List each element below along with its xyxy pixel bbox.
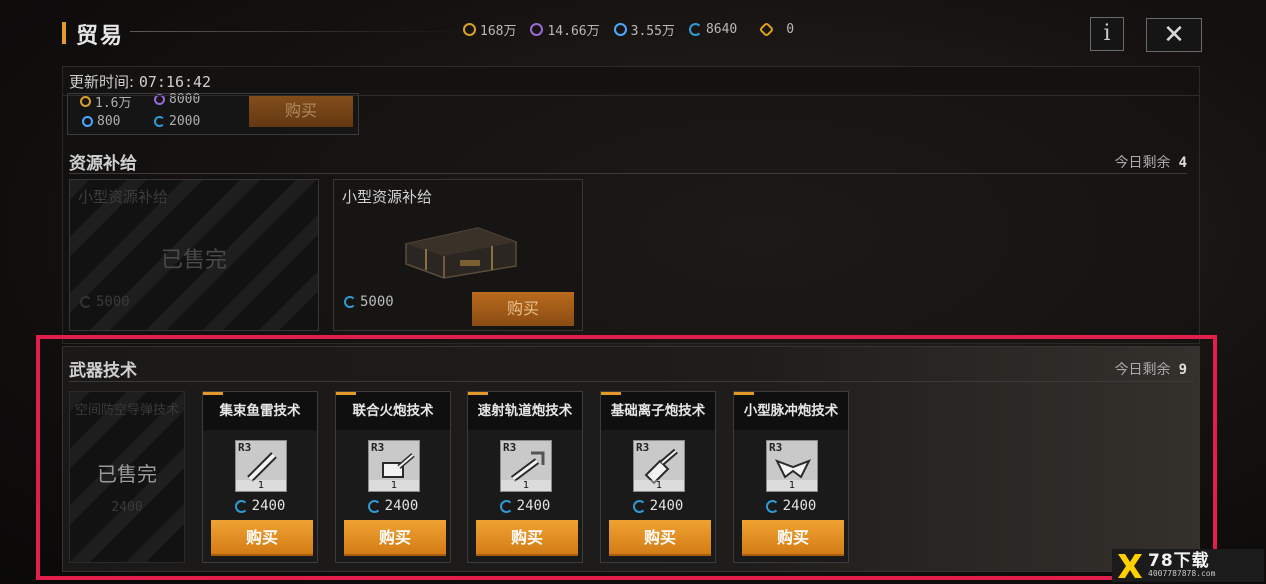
item-price: 5000	[80, 294, 130, 310]
title-divider	[130, 31, 460, 32]
currency-gold: 168万	[463, 20, 516, 39]
resource-card: 小型资源补给 5000 购买	[333, 179, 583, 331]
watermark-text: 78下载 4007787878.com	[1148, 553, 1215, 578]
cycle-credit-icon	[154, 116, 165, 127]
cycle-credit-icon	[80, 296, 92, 308]
update-time: 更新时间: 07:16:42	[63, 67, 1193, 93]
currency-purple: 14.66万	[530, 20, 600, 39]
remaining-label: 今日剩余	[1114, 155, 1171, 171]
section-title-resources: 资源补给	[69, 154, 137, 174]
watermark: 78下载 4007787878.com	[1112, 549, 1264, 582]
currency-value: 3.55万	[630, 24, 675, 39]
currency-bar: 168万 14.66万 3.55万 8640 0	[463, 20, 794, 39]
price-row: 800	[82, 114, 120, 129]
price-value: 2000	[169, 114, 201, 129]
item-name: 小型资源补给	[78, 188, 169, 206]
cycle-credit-icon	[344, 296, 356, 308]
watermark-url: 4007787878.com	[1148, 569, 1216, 578]
gold-coin-icon	[80, 96, 91, 107]
blue-energy-icon	[613, 23, 627, 36]
remaining-value: 4	[1178, 155, 1187, 171]
currency-blue: 3.55万	[613, 20, 675, 39]
price-value: 800	[97, 114, 121, 129]
resource-card-sold: 小型资源补给 已售完 5000	[69, 179, 319, 331]
previous-buy-button[interactable]: 购买	[249, 95, 353, 127]
title-accent	[62, 22, 66, 44]
remaining-count-resources: 今日剩余 4	[1115, 152, 1187, 172]
currency-value: 14.66万	[547, 24, 600, 39]
price-value: 5000	[96, 294, 130, 310]
price-row: 2000	[154, 114, 200, 129]
info-button[interactable]: i	[1090, 17, 1124, 51]
item-price: 5000	[344, 294, 394, 310]
sold-out-label: 已售完	[160, 248, 227, 273]
update-time-value: 07:16:42	[138, 73, 212, 91]
watermark-logo-icon	[1118, 553, 1142, 578]
blue-energy-icon	[82, 116, 93, 127]
cycle-credit-icon	[688, 23, 702, 36]
currency-value: 168万	[480, 24, 517, 39]
price-value: 5000	[360, 294, 394, 310]
page-title: 贸易	[76, 24, 125, 49]
supply-crate-icon	[405, 227, 517, 279]
currency-value: 8640	[705, 22, 738, 37]
header: 贸易 168万 14.66万 3.55万 8640 0 i ✕	[0, 0, 1266, 62]
currency-hex: 0	[758, 21, 795, 38]
update-label: 更新时间:	[69, 73, 135, 91]
watermark-brand: 78下载	[1148, 551, 1210, 571]
highlight-frame	[36, 335, 1217, 580]
item-name: 小型资源补给	[342, 188, 433, 206]
shop-scroll-panel[interactable]: 1.6万 8000 800 2000 购买 更新时间: 07:16:42 资源补…	[62, 66, 1200, 344]
currency-value: 0	[786, 22, 795, 37]
buy-button[interactable]: 购买	[472, 292, 574, 326]
currency-cycle: 8640	[688, 22, 738, 37]
hex-token-icon	[758, 21, 775, 38]
section-divider	[69, 173, 1187, 174]
close-button[interactable]: ✕	[1146, 18, 1202, 52]
header-divider	[63, 95, 1199, 96]
purple-crystal-icon	[530, 23, 544, 36]
gold-coin-icon	[463, 23, 476, 36]
